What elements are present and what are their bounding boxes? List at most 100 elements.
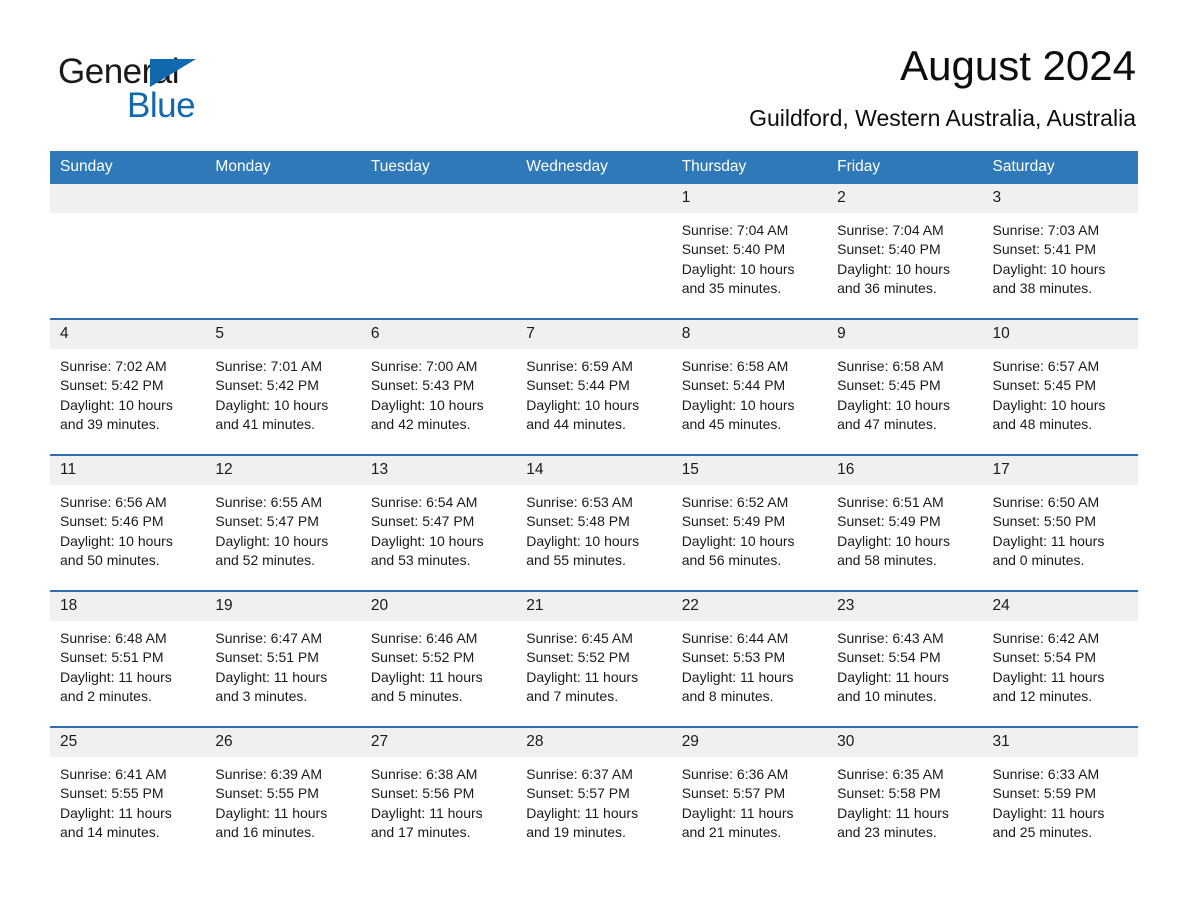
day-cell[interactable]: 25 Sunrise: 6:41 AM Sunset: 5:55 PM Dayligh… — [50, 726, 206, 863]
page-title: August 2024 — [900, 42, 1136, 89]
sunset-text: Sunset: 5:51 PM — [215, 649, 319, 666]
daylight-text-line1: Daylight: 10 hours — [215, 532, 329, 549]
daylight-text-line1: Daylight: 10 hours — [370, 396, 484, 413]
sunrise-text: Sunrise: 7:04 AM — [837, 221, 944, 238]
sunset-text: Sunset: 5:42 PM — [215, 377, 319, 394]
day-cell[interactable]: 9 Sunrise: 6:58 AM Sunset: 5:45 PM Daylight… — [827, 318, 983, 456]
day-number — [516, 184, 672, 213]
page-header: General Blue August 2024 Guildford, West… — [50, 0, 1138, 132]
daylight-text-line1: Daylight: 11 hours — [526, 804, 639, 821]
day-cell[interactable]: 7 Sunrise: 6:59 AM Sunset: 5:44 PM Daylight… — [516, 318, 672, 456]
day-number: 7 — [516, 320, 672, 349]
weekday-header-monday: Monday — [205, 151, 361, 185]
sunrise-text: Sunrise: 6:35 AM — [837, 765, 944, 782]
daylight-text-line2: and 0 minutes. — [992, 552, 1085, 569]
day-cell[interactable]: 30 Sunrise: 6:35 AM Sunset: 5:58 PM Dayligh… — [827, 726, 983, 863]
day-details: Sunrise: 6:37 AM Sunset: 5:57 PM Daylight:… — [516, 757, 671, 843]
daylight-text-line1: Daylight: 10 hours — [837, 532, 950, 549]
day-cell[interactable]: 10 Sunrise: 6:57 AM Sunset: 5:45 PM Dayligh… — [982, 318, 1138, 456]
sunset-text: Sunset: 5:47 PM — [370, 513, 475, 530]
day-cell[interactable]: 28 Sunrise: 6:37 AM Sunset: 5:57 PM Dayligh… — [516, 726, 672, 863]
day-number — [50, 184, 206, 213]
sunrise-text: Sunrise: 6:37 AM — [526, 765, 633, 782]
general-blue-logo[interactable]: General Blue — [50, 44, 310, 125]
sunrise-text: Sunrise: 6:57 AM — [992, 357, 1100, 374]
sunrise-text: Sunrise: 7:02 AM — [60, 357, 167, 374]
day-number: 13 — [360, 456, 517, 485]
logo-triangle-icon — [150, 59, 196, 87]
daylight-text-line1: Daylight: 11 hours — [681, 668, 794, 685]
day-cell[interactable]: 8 Sunrise: 6:58 AM Sunset: 5:44 PM Daylight… — [671, 318, 828, 456]
day-details: Sunrise: 6:39 AM Sunset: 5:55 PM Daylight:… — [205, 757, 360, 843]
day-number: 31 — [982, 728, 1138, 757]
day-cell[interactable]: 14 Sunrise: 6:53 AM Sunset: 5:48 PM Dayligh… — [516, 454, 672, 592]
day-number: 1 — [671, 184, 828, 213]
daylight-text-line1: Daylight: 10 hours — [992, 396, 1106, 413]
day-cell[interactable]: 11 Sunrise: 6:56 AM Sunset: 5:46 PM Dayligh… — [50, 454, 206, 592]
sunset-text: Sunset: 5:45 PM — [837, 377, 941, 394]
day-number — [205, 184, 361, 213]
daylight-text-line1: Daylight: 10 hours — [60, 532, 173, 549]
day-details: Sunrise: 6:59 AM Sunset: 5:44 PM Daylight:… — [516, 349, 671, 435]
day-details: Sunrise: 6:52 AM Sunset: 5:49 PM Daylight:… — [672, 485, 827, 571]
daylight-text-line2: and 10 minutes. — [837, 688, 937, 705]
day-cell[interactable]: 13 Sunrise: 6:54 AM Sunset: 5:47 PM Dayligh… — [360, 454, 517, 592]
daylight-text-line1: Daylight: 10 hours — [681, 396, 795, 413]
day-cell[interactable] — [50, 184, 206, 320]
sunset-text: Sunset: 5:45 PM — [992, 377, 1097, 394]
calendar-week-row: 1 Sunrise: 7:04 AM Sunset: 5:40 PM Daylight… — [50, 184, 1138, 320]
sunset-text: Sunset: 5:53 PM — [681, 649, 786, 666]
day-cell[interactable] — [516, 184, 672, 320]
logo-word-blue: Blue — [127, 86, 196, 125]
day-number: 27 — [360, 728, 517, 757]
day-cell[interactable]: 27 Sunrise: 6:38 AM Sunset: 5:56 PM Dayligh… — [360, 726, 517, 863]
day-cell[interactable]: 26 Sunrise: 6:39 AM Sunset: 5:55 PM Dayligh… — [205, 726, 361, 863]
day-details: Sunrise: 6:45 AM Sunset: 5:52 PM Daylight:… — [516, 621, 671, 707]
daylight-text-line1: Daylight: 11 hours — [681, 804, 794, 821]
day-details: Sunrise: 6:56 AM Sunset: 5:46 PM Daylight:… — [50, 485, 205, 571]
day-cell[interactable]: 29 Sunrise: 6:36 AM Sunset: 5:57 PM Dayligh… — [671, 726, 828, 863]
day-cell[interactable] — [205, 184, 361, 320]
daylight-text-line2: and 5 minutes. — [370, 688, 463, 705]
day-cell[interactable]: 16 Sunrise: 6:51 AM Sunset: 5:49 PM Dayligh… — [827, 454, 983, 592]
day-details: Sunrise: 6:38 AM Sunset: 5:56 PM Daylight:… — [361, 757, 516, 843]
day-cell[interactable]: 6 Sunrise: 7:00 AM Sunset: 5:43 PM Daylight… — [360, 318, 517, 456]
daylight-text-line2: and 8 minutes. — [681, 688, 774, 705]
sunrise-text: Sunrise: 7:03 AM — [992, 221, 1100, 238]
sunrise-text: Sunrise: 6:56 AM — [60, 493, 167, 510]
day-cell[interactable]: 18 Sunrise: 6:48 AM Sunset: 5:51 PM Dayligh… — [50, 590, 206, 728]
weekday-header-sunday: Sunday — [50, 151, 206, 185]
day-number: 21 — [516, 592, 672, 621]
day-cell[interactable]: 22 Sunrise: 6:44 AM Sunset: 5:53 PM Dayligh… — [671, 590, 828, 728]
day-details: Sunrise: 6:42 AM Sunset: 5:54 PM Daylight:… — [983, 621, 1138, 707]
daylight-text-line2: and 39 minutes. — [60, 416, 160, 433]
sunset-text: Sunset: 5:40 PM — [681, 241, 786, 258]
day-details: Sunrise: 6:53 AM Sunset: 5:48 PM Daylight:… — [516, 485, 671, 571]
daylight-text-line1: Daylight: 11 hours — [837, 668, 949, 685]
day-details: Sunrise: 6:55 AM Sunset: 5:47 PM Daylight:… — [205, 485, 360, 571]
day-cell[interactable]: 17 Sunrise: 6:50 AM Sunset: 5:50 PM Dayligh… — [982, 454, 1138, 592]
day-cell[interactable]: 23 Sunrise: 6:43 AM Sunset: 5:54 PM Dayligh… — [827, 590, 983, 728]
day-cell[interactable]: 21 Sunrise: 6:45 AM Sunset: 5:52 PM Dayligh… — [516, 590, 672, 728]
sunrise-text: Sunrise: 6:42 AM — [992, 629, 1100, 646]
daylight-text-line2: and 3 minutes. — [215, 688, 308, 705]
day-cell[interactable]: 2 Sunrise: 7:04 AM Sunset: 5:40 PM Daylight… — [827, 184, 983, 320]
location-subtitle: Guildford, Western Australia, Australia — [749, 105, 1136, 132]
day-cell[interactable]: 5 Sunrise: 7:01 AM Sunset: 5:42 PM Daylight… — [205, 318, 361, 456]
sunrise-text: Sunrise: 6:44 AM — [681, 629, 789, 646]
day-cell[interactable]: 3 Sunrise: 7:03 AM Sunset: 5:41 PM Daylight… — [982, 184, 1138, 320]
day-cell[interactable]: 31 Sunrise: 6:33 AM Sunset: 5:59 PM Dayligh… — [982, 726, 1138, 863]
day-cell[interactable]: 24 Sunrise: 6:42 AM Sunset: 5:54 PM Dayligh… — [982, 590, 1138, 728]
day-cell[interactable]: 1 Sunrise: 7:04 AM Sunset: 5:40 PM Daylight… — [671, 184, 828, 320]
day-number: 4 — [50, 320, 206, 349]
daylight-text-line1: Daylight: 10 hours — [526, 396, 640, 413]
daylight-text-line1: Daylight: 10 hours — [681, 260, 795, 277]
day-cell[interactable]: 15 Sunrise: 6:52 AM Sunset: 5:49 PM Dayligh… — [671, 454, 828, 592]
day-cell[interactable]: 20 Sunrise: 6:46 AM Sunset: 5:52 PM Dayligh… — [360, 590, 517, 728]
day-cell[interactable]: 19 Sunrise: 6:47 AM Sunset: 5:51 PM Dayligh… — [205, 590, 361, 728]
day-cell[interactable] — [360, 184, 517, 320]
calendar-week-row: 11 Sunrise: 6:56 AM Sunset: 5:46 PM Dayligh… — [50, 454, 1138, 592]
sunrise-text: Sunrise: 6:58 AM — [837, 357, 944, 374]
day-cell[interactable]: 12 Sunrise: 6:55 AM Sunset: 5:47 PM Dayligh… — [205, 454, 361, 592]
day-cell[interactable]: 4 Sunrise: 7:02 AM Sunset: 5:42 PM Daylight… — [50, 318, 206, 456]
